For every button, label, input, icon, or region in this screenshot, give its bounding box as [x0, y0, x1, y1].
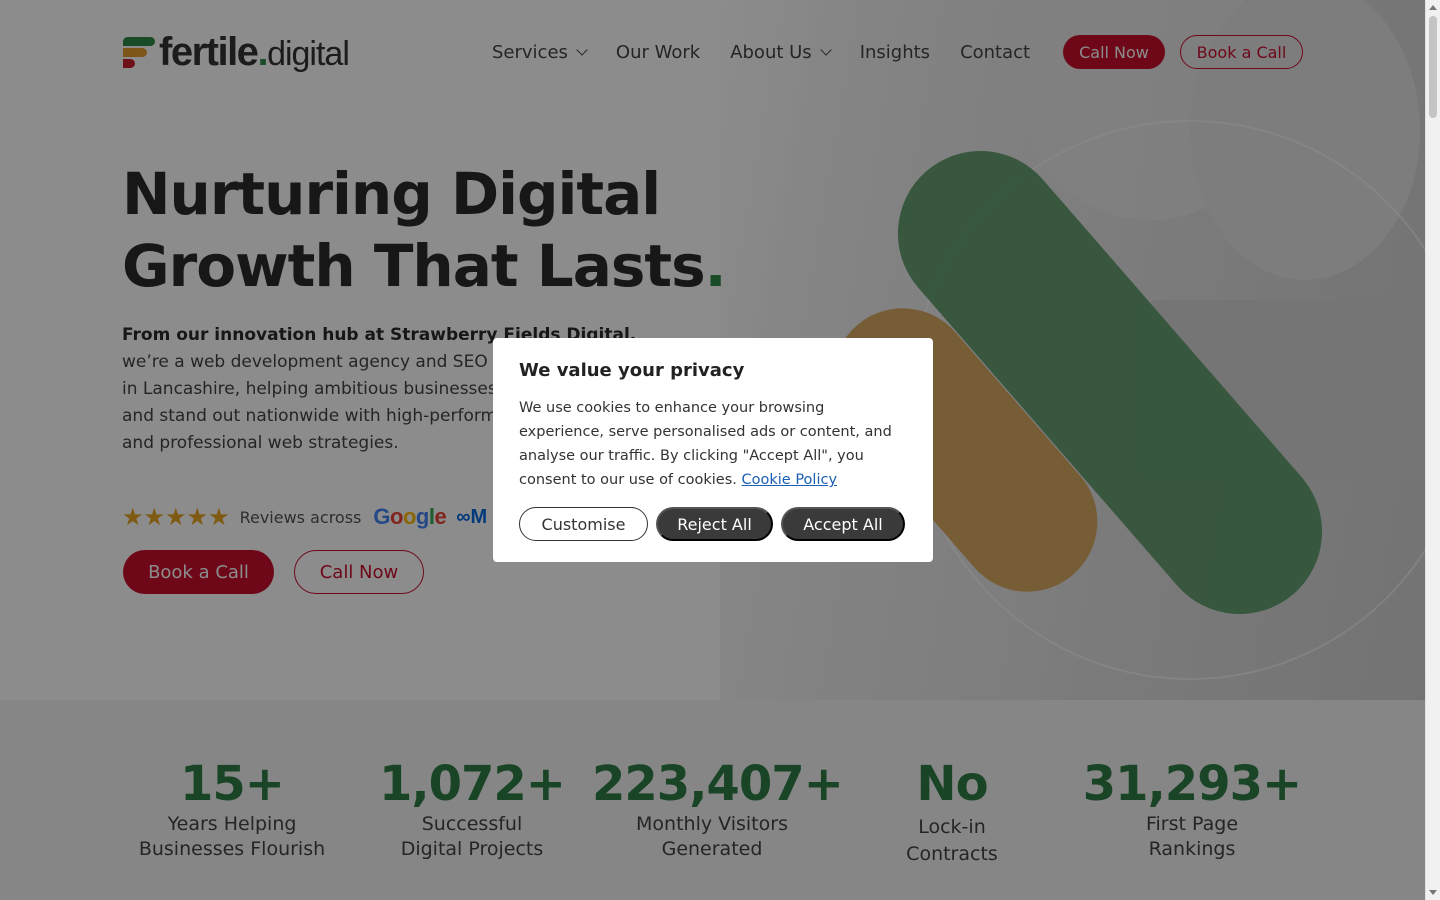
cookie-buttons: Customise Reject All Accept All — [519, 507, 913, 541]
customise-button[interactable]: Customise — [519, 507, 648, 541]
cookie-text: We use cookies to enhance your browsing … — [519, 400, 892, 488]
cookie-policy-link[interactable]: Cookie Policy — [742, 472, 838, 488]
scroll-down-arrow-icon[interactable] — [1429, 890, 1437, 895]
reject-all-button[interactable]: Reject All — [656, 507, 773, 541]
accept-all-button[interactable]: Accept All — [781, 507, 905, 541]
page-scrollbar[interactable] — [1425, 0, 1440, 900]
scrollbar-thumb[interactable] — [1429, 16, 1437, 118]
cookie-title: We value your privacy — [519, 360, 745, 381]
cookie-consent-dialog: We value your privacy We use cookies to … — [493, 338, 933, 562]
page: fertile.digital Services Our Work About … — [0, 0, 1425, 900]
scroll-up-arrow-icon[interactable] — [1429, 5, 1437, 10]
